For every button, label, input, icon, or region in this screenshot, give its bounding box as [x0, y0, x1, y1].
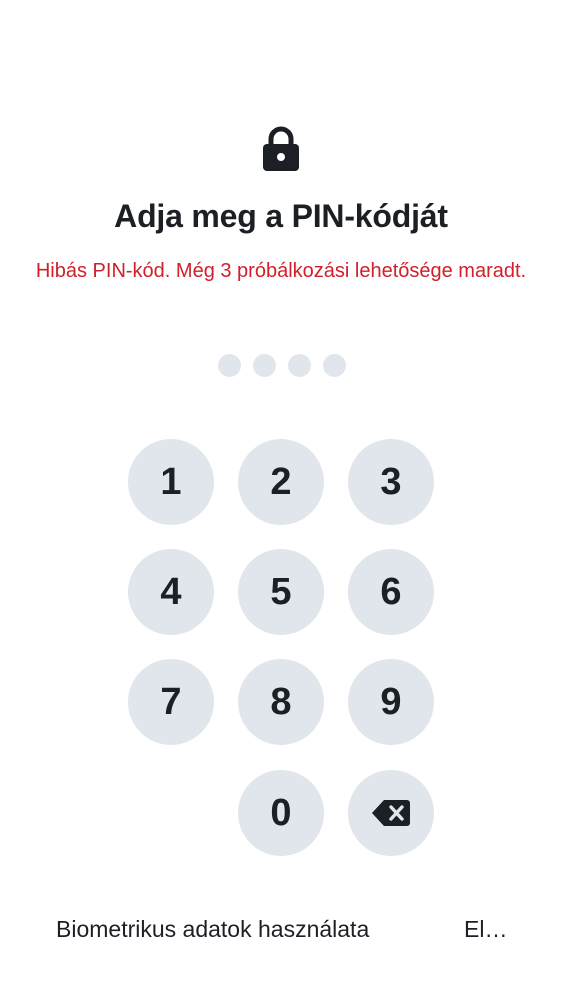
lock-icon: [263, 126, 299, 171]
key-6[interactable]: 6: [348, 549, 434, 635]
backspace-icon: [372, 800, 410, 826]
use-biometrics-button[interactable]: Biometrikus adatok használata: [56, 916, 369, 943]
pin-indicator: [218, 354, 346, 378]
pin-dot: [323, 354, 346, 377]
key-9[interactable]: 9: [348, 659, 434, 745]
key-0[interactable]: 0: [238, 770, 324, 856]
forgot-pin-button[interactable]: El…: [464, 916, 507, 943]
pin-dot: [288, 354, 311, 377]
backspace-button[interactable]: [348, 770, 434, 856]
pin-dot: [253, 354, 276, 377]
pin-dot: [218, 354, 241, 377]
key-1[interactable]: 1: [128, 439, 214, 525]
key-7[interactable]: 7: [128, 659, 214, 745]
key-3[interactable]: 3: [348, 439, 434, 525]
error-message: Hibás PIN-kód. Még 3 próbálkozási lehető…: [35, 260, 527, 282]
key-5[interactable]: 5: [238, 549, 324, 635]
page-title: Adja meg a PIN-kódját: [114, 198, 448, 234]
key-8[interactable]: 8: [238, 659, 324, 745]
key-4[interactable]: 4: [128, 549, 214, 635]
key-2[interactable]: 2: [238, 439, 324, 525]
